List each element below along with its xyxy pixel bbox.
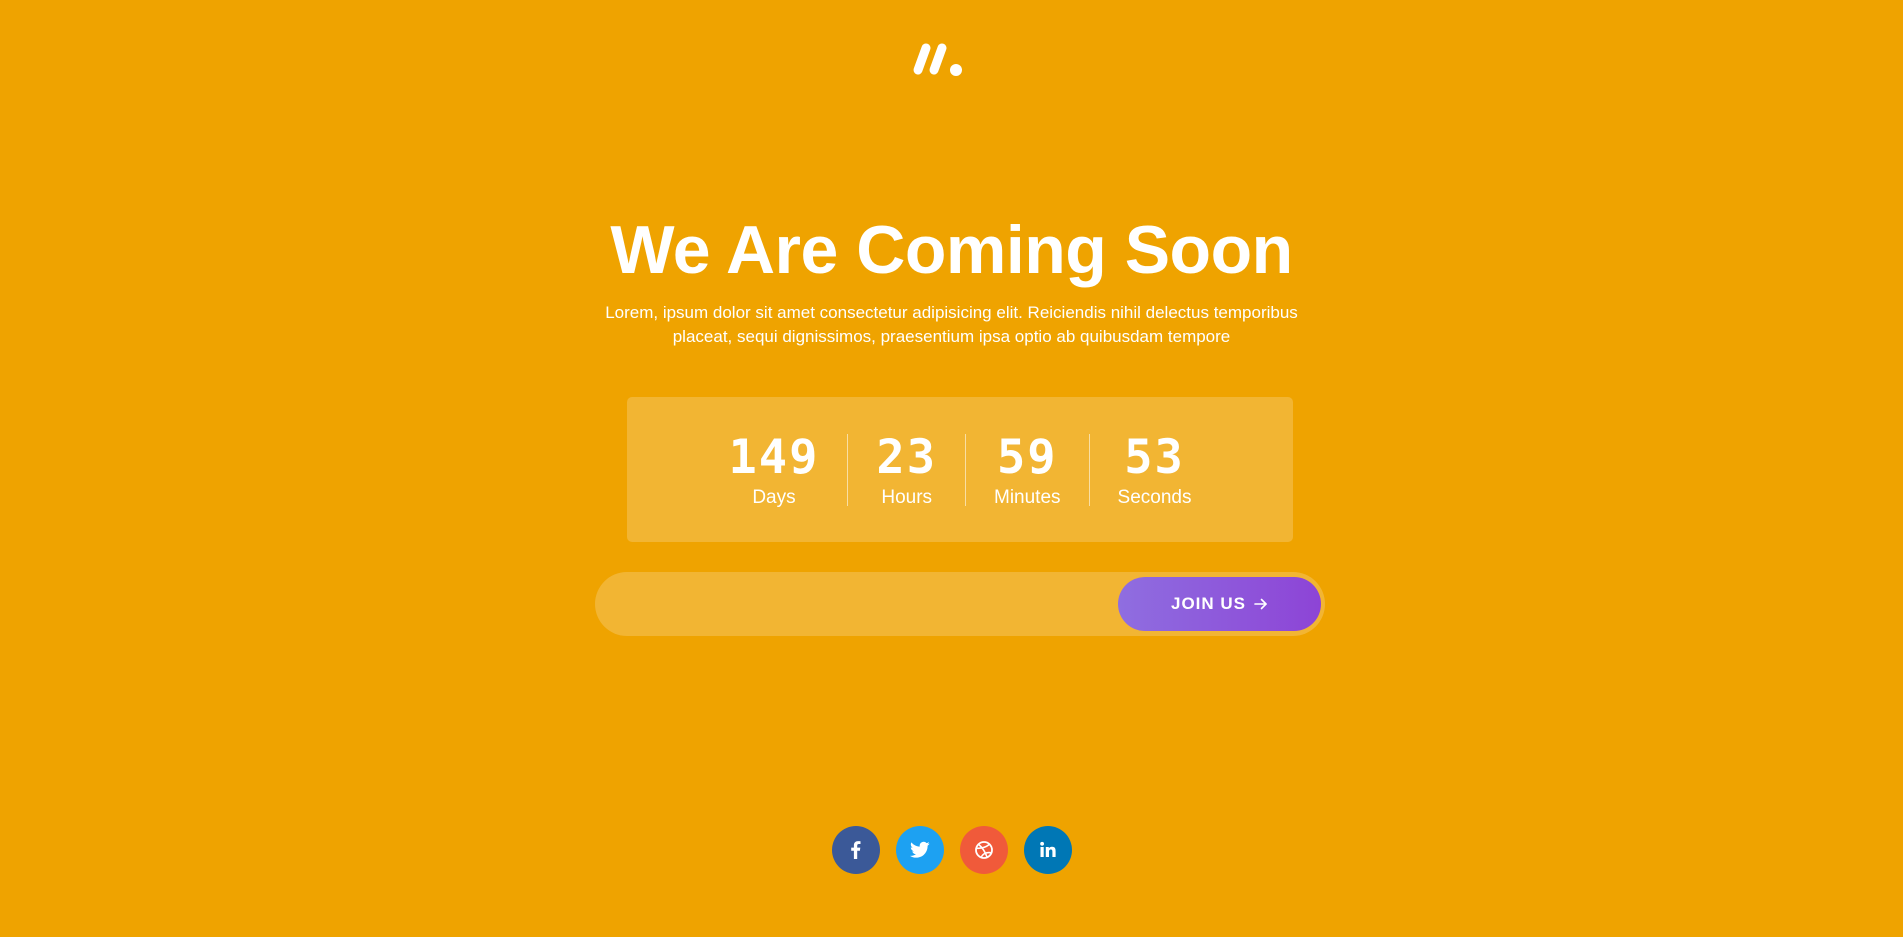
join-us-label: JOIN US xyxy=(1170,594,1247,613)
days-value: 149 xyxy=(728,429,820,485)
join-us-button[interactable]: JOIN US xyxy=(1118,577,1321,631)
minutes-value: 59 xyxy=(996,429,1058,485)
social-links xyxy=(832,826,1072,874)
countdown-minutes: 59 Minutes xyxy=(966,429,1089,509)
logo-mark-icon xyxy=(913,43,962,76)
facebook-link[interactable] xyxy=(832,826,880,874)
linkedin-icon xyxy=(1040,841,1056,857)
facebook-icon xyxy=(851,841,861,859)
arrow-right-icon xyxy=(1254,598,1267,610)
brand-logo[interactable] xyxy=(910,40,970,80)
subscribe-form: JOIN US xyxy=(595,572,1325,636)
minutes-label: Minutes xyxy=(994,486,1061,508)
dribbble-link[interactable] xyxy=(960,826,1008,874)
hours-label: Hours xyxy=(881,486,933,508)
countdown-days: 149 Days xyxy=(701,429,848,509)
description-line: Lorem, ipsum dolor sit amet consectetur … xyxy=(605,303,1298,322)
countdown-hours: 23 Hours xyxy=(848,429,965,509)
page-title: We Are Coming Soon xyxy=(610,212,1293,288)
countdown-seconds: 53 Seconds xyxy=(1090,429,1220,509)
hours-value: 23 xyxy=(876,429,937,485)
dribbble-icon xyxy=(975,841,993,859)
twitter-link[interactable] xyxy=(896,826,944,874)
description-line: placeat, sequi dignissimos, praesentium … xyxy=(672,327,1231,346)
days-label: Days xyxy=(752,486,796,508)
email-input[interactable] xyxy=(615,584,1099,626)
seconds-value: 53 xyxy=(1124,429,1185,485)
twitter-icon xyxy=(910,841,930,858)
page-description: Lorem, ipsum dolor sit amet consectetur … xyxy=(0,301,1903,349)
countdown-timer: 149 Days 23 Hours 59 Minutes 53 Seconds xyxy=(627,397,1293,542)
seconds-label: Seconds xyxy=(1117,486,1192,508)
linkedin-link[interactable] xyxy=(1024,826,1072,874)
